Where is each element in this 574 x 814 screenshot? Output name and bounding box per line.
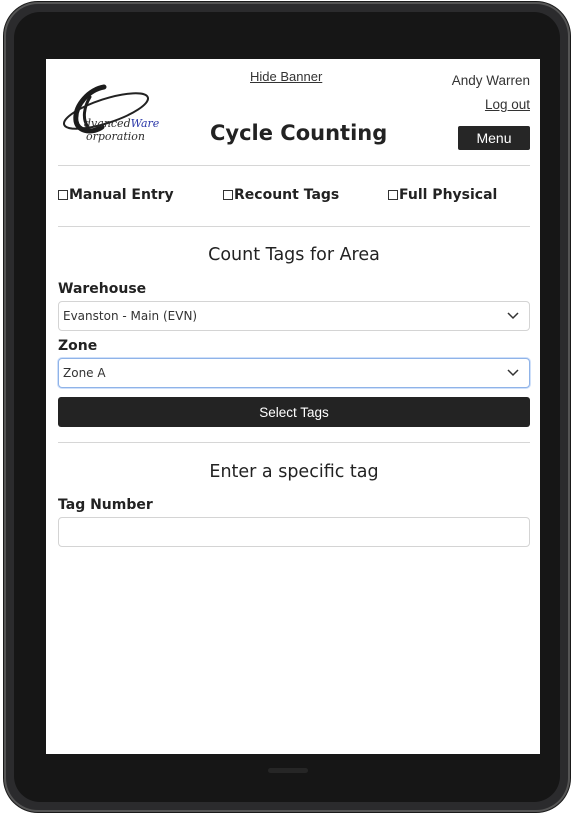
menu-button[interactable]: Menu	[458, 126, 530, 150]
divider	[58, 165, 530, 166]
chevron-down-icon	[507, 312, 519, 320]
checkbox-icon	[388, 190, 398, 200]
page-title: Cycle Counting	[210, 121, 388, 145]
recount-tags-checkbox[interactable]: Recount Tags	[223, 187, 339, 203]
user-name: Andy Warren	[451, 73, 530, 88]
warehouse-select[interactable]: Evanston - Main (EVN)	[58, 301, 530, 331]
app-screen: dvancedWare orporation Hide Banner Cycle…	[46, 59, 540, 754]
logout-link[interactable]: Log out	[485, 97, 530, 112]
specific-tag-heading: Enter a specific tag	[209, 462, 379, 482]
divider	[58, 442, 530, 443]
logo-text-line2: orporation	[86, 130, 146, 143]
zone-label: Zone	[58, 338, 98, 354]
checkbox-icon	[223, 190, 233, 200]
zone-select[interactable]: Zone A	[58, 358, 530, 388]
logo-text-line1: dvancedWare	[84, 117, 160, 130]
divider	[58, 226, 530, 227]
manual-entry-checkbox[interactable]: Manual Entry	[58, 187, 174, 203]
company-logo: dvancedWare orporation	[60, 75, 200, 143]
checkbox-icon	[58, 190, 68, 200]
hide-banner-link[interactable]: Hide Banner	[250, 69, 322, 84]
manual-entry-label: Manual Entry	[69, 187, 174, 203]
warehouse-label: Warehouse	[58, 281, 147, 297]
select-tags-button[interactable]: Select Tags	[58, 397, 530, 427]
recount-tags-label: Recount Tags	[234, 187, 340, 203]
count-area-heading: Count Tags for Area	[208, 245, 380, 265]
full-physical-checkbox[interactable]: Full Physical	[388, 187, 497, 203]
tag-number-input[interactable]	[58, 517, 530, 547]
home-indicator	[268, 768, 308, 773]
full-physical-label: Full Physical	[399, 187, 498, 203]
warehouse-selected-value: Evanston - Main (EVN)	[63, 309, 198, 323]
zone-selected-value: Zone A	[63, 366, 106, 380]
tag-number-label: Tag Number	[58, 497, 153, 513]
chevron-down-icon	[507, 369, 519, 377]
